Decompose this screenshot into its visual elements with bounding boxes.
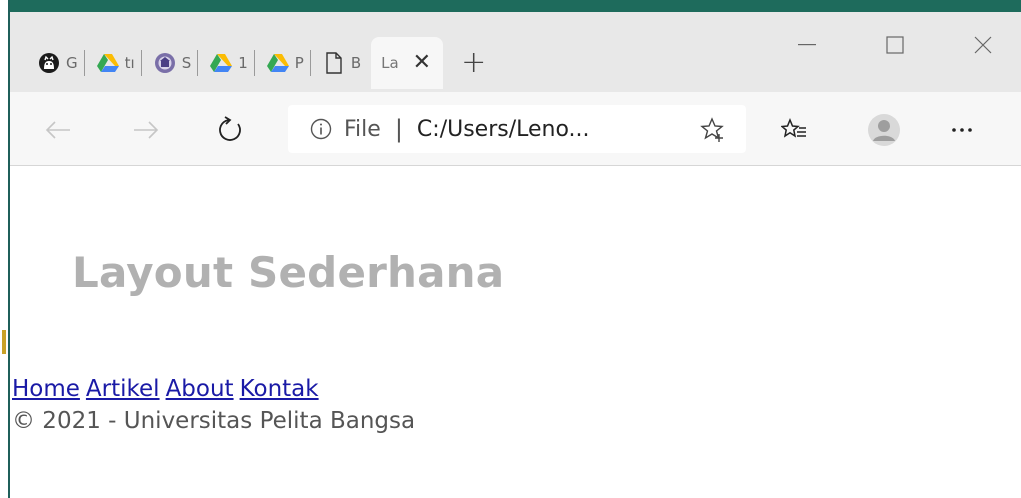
google-drive-icon	[210, 52, 233, 74]
tab-title: S	[181, 54, 192, 72]
new-tab-button[interactable]: +	[461, 48, 486, 78]
favorites-button[interactable]	[776, 112, 812, 148]
add-favorite-star-icon[interactable]	[700, 117, 726, 143]
favorites-list-icon	[781, 118, 806, 138]
nav-link-home[interactable]: Home	[12, 376, 80, 402]
profile-button[interactable]	[866, 112, 902, 148]
browser-window: G tı S 1 P B La ✕ + File | C:/Users/Leno…	[10, 12, 1021, 498]
file-icon	[323, 52, 345, 74]
tab-separator	[83, 50, 85, 76]
tab-strip: G tı S 1 P B La ✕ +	[10, 12, 1021, 92]
tab-separator	[140, 50, 142, 76]
info-icon[interactable]	[310, 118, 332, 140]
tab-separator	[253, 50, 255, 76]
tab-google-drive-1[interactable]: tı	[91, 37, 148, 89]
google-drive-icon	[266, 52, 289, 74]
forward-arrow-icon	[134, 121, 159, 139]
desktop-edge-top	[0, 0, 1021, 12]
desktop-edge-mark	[2, 330, 6, 354]
minimize-icon	[798, 44, 816, 46]
page-title: Layout Sederhana	[72, 248, 505, 297]
forward-button[interactable]	[128, 112, 164, 148]
tab-title: P	[294, 54, 304, 72]
tab-google-drive-3[interactable]: P	[261, 37, 317, 89]
nav-link-artikel[interactable]: Artikel	[86, 376, 160, 402]
tab-active[interactable]: La ✕	[371, 37, 444, 89]
tab-title: La	[381, 54, 399, 72]
address-bar[interactable]: File | C:/Users/Leno...	[288, 105, 746, 153]
nav-link-kontak[interactable]: Kontak	[240, 376, 319, 402]
nav-link-about[interactable]: About	[166, 376, 234, 402]
refresh-button[interactable]	[212, 112, 248, 148]
tab-title: tı	[124, 54, 135, 72]
url-text[interactable]: C:/Users/Leno...	[417, 117, 590, 142]
back-button[interactable]	[40, 112, 76, 148]
settings-more-button[interactable]	[944, 112, 980, 148]
more-ellipsis-icon	[952, 128, 972, 132]
google-drive-icon	[96, 52, 119, 74]
page-footer: © 2021 - Universitas Pelita Bangsa	[12, 408, 416, 434]
address-separator: |	[394, 115, 403, 143]
refresh-icon	[219, 116, 241, 141]
github-icon	[38, 52, 60, 74]
tab-separator	[197, 50, 199, 76]
tab-title: 1	[238, 54, 248, 72]
url-scheme-label: File	[344, 116, 381, 142]
university-logo-icon	[154, 52, 176, 74]
browser-toolbar: File | C:/Users/Leno...	[10, 92, 1021, 166]
minimize-button[interactable]	[784, 30, 830, 60]
tab-title: G	[66, 54, 78, 72]
tab-local-file[interactable]: B	[317, 37, 367, 89]
maximize-button[interactable]	[872, 30, 918, 60]
tab-university[interactable]: S	[148, 37, 205, 89]
avatar-icon	[868, 114, 900, 146]
desktop-edge-left	[0, 0, 10, 498]
tab-close-icon[interactable]: ✕	[413, 52, 431, 74]
close-window-button[interactable]	[960, 30, 1006, 60]
tab-list: G tı S 1 P B La ✕ +	[32, 36, 486, 90]
page-nav: Home Artikel About Kontak	[12, 376, 325, 402]
back-arrow-icon	[45, 121, 70, 139]
close-icon	[974, 36, 992, 54]
tab-google-drive-2[interactable]: 1	[204, 37, 261, 89]
maximize-icon	[886, 36, 904, 54]
tab-title: B	[350, 54, 362, 72]
tab-separator	[309, 50, 311, 76]
tab-github[interactable]: G	[32, 37, 91, 89]
